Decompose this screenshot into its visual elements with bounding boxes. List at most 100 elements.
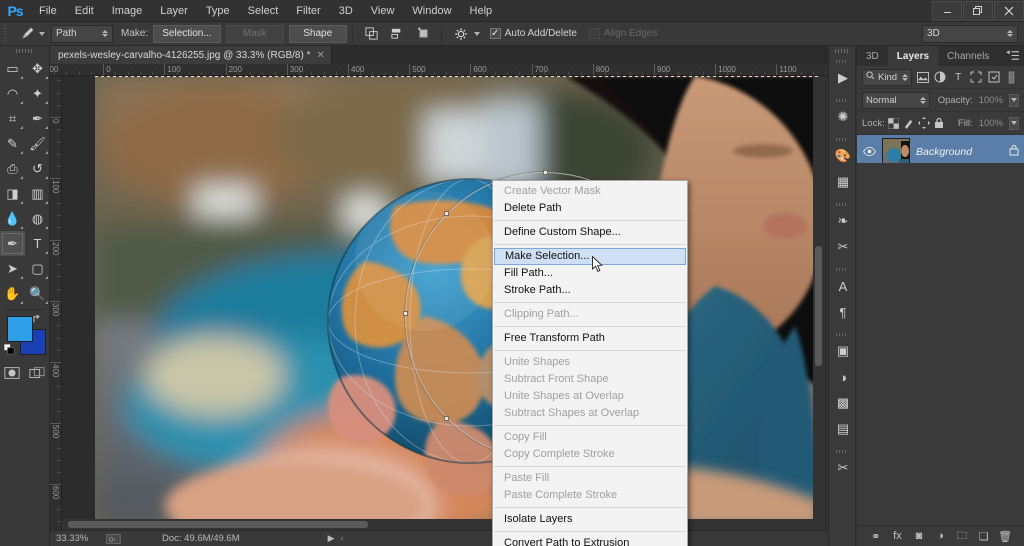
foreground-color-swatch[interactable] (7, 316, 33, 342)
tool-flyout-indicator[interactable] (20, 176, 23, 179)
dodge-tool[interactable]: ◍ (25, 206, 50, 231)
tool-flyout-indicator[interactable] (45, 276, 48, 279)
layer-name[interactable]: Background (916, 146, 1003, 158)
adjustment-filter-icon[interactable] (933, 68, 948, 87)
tool-flyout-indicator[interactable] (20, 301, 23, 304)
tool-flyout-indicator[interactable] (45, 176, 48, 179)
adjustments-icon[interactable]: ◑ (829, 364, 857, 390)
rail-group-grip[interactable] (829, 97, 855, 104)
lock-transparent-icon[interactable] (888, 116, 900, 131)
tools-panel-grip[interactable] (0, 46, 49, 56)
path-selection-tool[interactable]: ➤ (0, 256, 25, 281)
rail-group-grip[interactable] (829, 58, 855, 65)
context-menu-item[interactable]: Free Transform Path (493, 330, 687, 347)
opacity-stepper[interactable] (1008, 93, 1019, 107)
rail-group-grip[interactable] (829, 266, 855, 273)
pixel-filter-icon[interactable] (915, 68, 930, 87)
actions-icon[interactable]: ▤ (829, 416, 857, 442)
path-mode-select[interactable]: Path (51, 24, 113, 43)
rectangle-tool[interactable]: ▢ (25, 256, 50, 281)
eye-icon[interactable] (862, 147, 876, 156)
menu-view[interactable]: View (362, 0, 404, 22)
tool-flyout-indicator[interactable] (45, 151, 48, 154)
path-alignment-icon[interactable] (386, 24, 410, 44)
lock-image-icon[interactable] (903, 116, 915, 131)
quick-mask-icon[interactable] (0, 362, 25, 384)
context-menu-item[interactable]: Fill Path... (493, 265, 687, 282)
layer-filter-kind-select[interactable]: Kind (862, 68, 913, 86)
tools-icon[interactable]: ✂ (829, 455, 857, 481)
pen-tool-icon[interactable] (16, 24, 38, 44)
minimize-button[interactable] (932, 1, 962, 21)
shape-filter-icon[interactable] (969, 68, 984, 87)
menu-image[interactable]: Image (103, 0, 152, 22)
hand-tool[interactable]: ✋ (0, 281, 25, 306)
spot-healing-tool[interactable]: ✎ (0, 131, 25, 156)
opacity-value[interactable]: 100% (979, 95, 1003, 106)
lock-position-icon[interactable] (917, 116, 930, 131)
filter-toggle-icon[interactable] (1004, 68, 1019, 87)
screen-mode-icon[interactable] (25, 362, 50, 384)
brush-presets-icon[interactable]: ❧ (829, 208, 857, 234)
rail-grip[interactable] (829, 46, 855, 56)
brush-settings-icon[interactable]: ✂ (829, 234, 857, 260)
layer-mask-icon[interactable]: ◙ (911, 528, 927, 544)
canvas-vertical-scrollbar[interactable] (813, 76, 824, 530)
panel-tab-channels[interactable]: Channels (938, 46, 998, 66)
path-anchor-point[interactable] (444, 211, 449, 216)
make-shape-button[interactable]: Shape (288, 24, 347, 43)
eyedropper-tool[interactable]: ✒ (25, 106, 50, 131)
document-tab-close-icon[interactable]: ✕ (317, 50, 325, 61)
menu-layer[interactable]: Layer (151, 0, 197, 22)
rail-group-grip[interactable] (829, 448, 855, 455)
marquee-tool[interactable]: ▭ (0, 56, 25, 81)
context-menu-item[interactable]: Isolate Layers (493, 511, 687, 528)
character-icon[interactable]: A (829, 273, 857, 299)
move-tool[interactable]: ✥ (25, 56, 50, 81)
restore-button[interactable] (963, 1, 993, 21)
brush-tool[interactable]: 🖌 (25, 131, 50, 156)
rail-group-grip[interactable] (829, 201, 855, 208)
link-layers-icon[interactable]: ⚭ (868, 528, 884, 544)
new-layer-icon[interactable]: ❏ (976, 528, 992, 544)
blur-tool[interactable]: 💧 (0, 206, 25, 231)
vertical-ruler[interactable]: 1000100200300400500600700800900100011001… (50, 76, 62, 530)
tool-flyout-indicator[interactable] (20, 276, 23, 279)
styles-icon[interactable]: ▩ (829, 390, 857, 416)
fill-stepper[interactable] (1009, 116, 1020, 130)
swatches-grid-icon[interactable]: ▦ (829, 169, 857, 195)
panel-menu-icon[interactable] (1006, 50, 1019, 64)
tool-flyout-indicator[interactable] (45, 301, 48, 304)
path-context-menu[interactable]: Create Vector Mask Delete Path Define Cust… (492, 180, 688, 546)
tool-flyout-indicator[interactable] (20, 226, 23, 229)
gear-caret[interactable] (473, 31, 480, 36)
blend-mode-select[interactable]: Normal (862, 91, 930, 109)
path-arrangement-icon[interactable] (412, 24, 436, 44)
tool-flyout-indicator[interactable] (45, 126, 48, 129)
lasso-tool[interactable]: ◠ (0, 81, 25, 106)
status-expand-arrow[interactable]: ▶ (328, 533, 335, 544)
lock-all-icon[interactable] (933, 116, 945, 131)
clone-stamp-tool[interactable]: ⎙ (0, 156, 25, 181)
pen-tool-preset-caret[interactable] (39, 31, 45, 36)
properties-icon[interactable]: ▣ (829, 338, 857, 364)
layer-style-icon[interactable]: fx (889, 528, 905, 544)
tool-flyout-indicator[interactable] (20, 151, 23, 154)
rail-group-grip[interactable] (829, 331, 855, 338)
type-filter-icon[interactable]: T (951, 68, 966, 87)
tool-flyout-indicator[interactable] (20, 76, 23, 79)
tool-flyout-indicator[interactable] (20, 201, 23, 204)
horizontal-ruler[interactable]: 1000100200300400500600700800900100011001… (50, 64, 838, 76)
path-operations-icon[interactable] (360, 24, 384, 44)
tool-flyout-indicator[interactable] (45, 76, 48, 79)
layers-list-empty-area[interactable] (857, 163, 1024, 525)
workspace-selector[interactable]: 3D (922, 24, 1018, 43)
tool-flyout-indicator[interactable] (45, 101, 48, 104)
menu-help[interactable]: Help (461, 0, 502, 22)
tool-flyout-indicator[interactable] (20, 251, 23, 254)
tool-flyout-indicator[interactable] (45, 226, 48, 229)
swap-colors-icon[interactable] (32, 314, 43, 328)
tool-flyout-indicator[interactable] (20, 126, 23, 129)
options-bar-grip[interactable] (4, 24, 13, 43)
zoom-level[interactable]: 33.33% (50, 533, 102, 544)
